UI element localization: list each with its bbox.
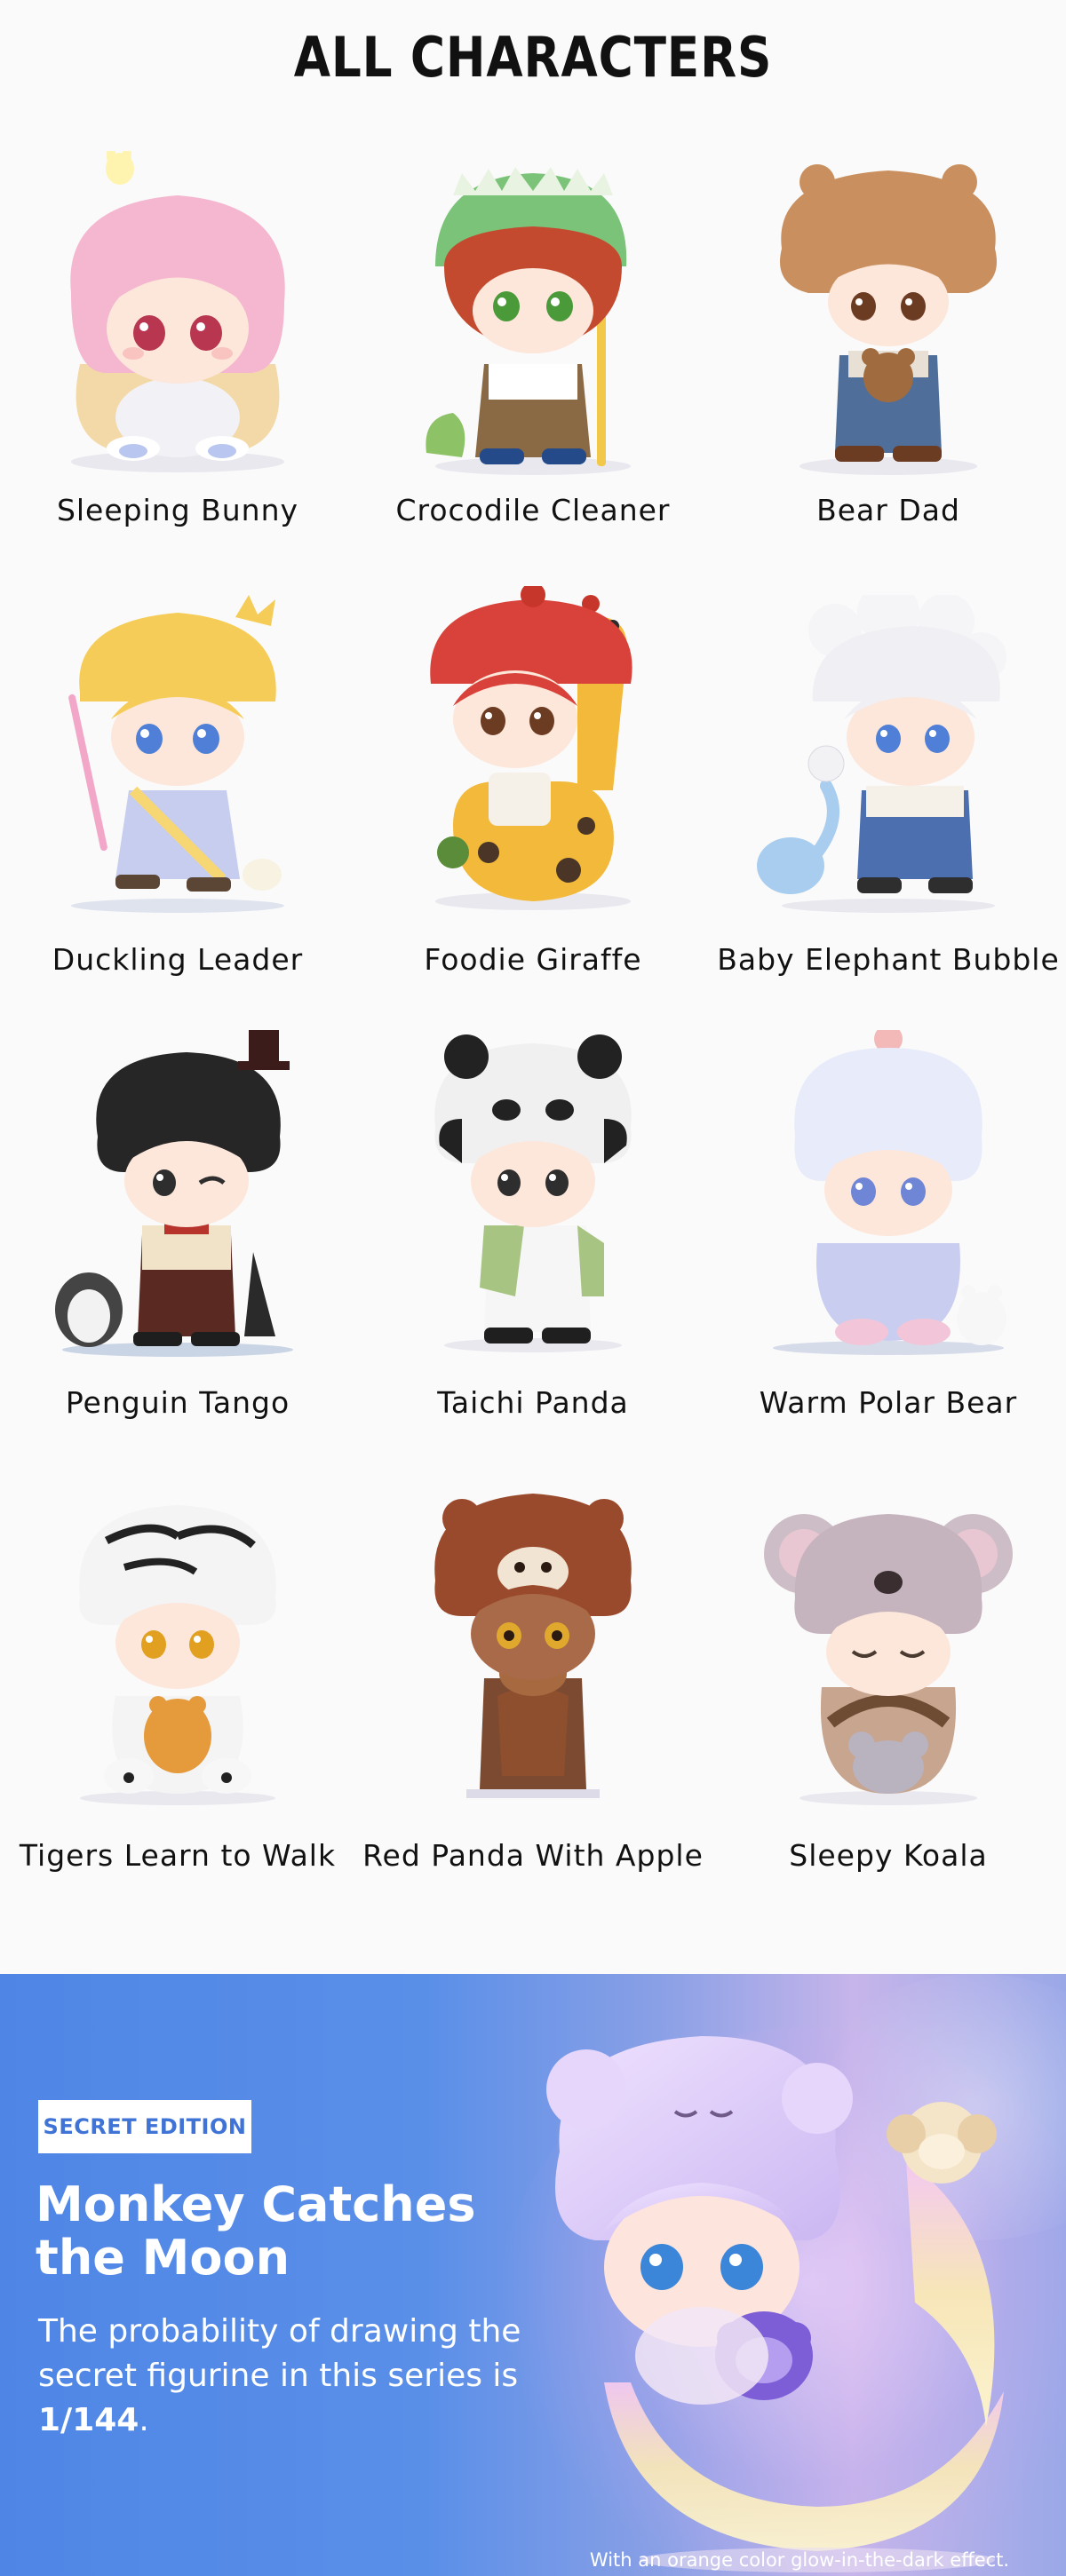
character-card[interactable]: Taichi Panda (355, 1012, 711, 1456)
probability-value: 1/144 (38, 2402, 139, 2438)
warm-polar-bear-figure (755, 1030, 1022, 1359)
probability-description: The probability of drawing the secret fi… (38, 2313, 521, 2394)
glow-effect-note: With an orange color glow-in-the-dark ef… (589, 2549, 1010, 2571)
red-panda-with-apple-figure (400, 1483, 666, 1811)
secret-edition-badge: SECRET EDITION (38, 2100, 251, 2153)
foodie-giraffe-figure (400, 586, 666, 915)
character-card[interactable]: Bear Dad (711, 0, 1066, 551)
character-name: Crocodile Cleaner (395, 493, 671, 527)
character-card[interactable]: Tigers Learn to Walk (0, 1465, 355, 1909)
character-card[interactable]: Foodie Giraffe (355, 568, 711, 995)
character-name: Foodie Giraffe (424, 942, 642, 977)
character-name: Taichi Panda (437, 1385, 629, 1420)
penguin-tango-figure (44, 1030, 311, 1359)
character-name: Red Panda With Apple (362, 1838, 704, 1873)
monkey-catches-the-moon-figure (524, 2009, 1057, 2576)
character-card[interactable]: Red Panda With Apple (355, 1465, 711, 1909)
character-name: Baby Elephant Bubble (717, 942, 1060, 977)
character-card[interactable]: Crocodile Cleaner (355, 0, 711, 551)
character-card[interactable]: Warm Polar Bear (711, 1012, 1066, 1456)
character-card[interactable]: Penguin Tango (0, 1012, 355, 1456)
bear-dad-figure (755, 160, 1022, 480)
duckling-leader-figure (44, 595, 311, 915)
character-name: Sleepy Koala (789, 1838, 988, 1873)
secret-figure-title: Monkey Catches the Moon (36, 2176, 476, 2286)
character-name: Penguin Tango (65, 1385, 290, 1420)
character-grid: Sleeping Bunny Crocodile Cleaner Bear Da… (0, 0, 1066, 1971)
taichi-panda-figure (400, 1030, 666, 1359)
character-name: Tigers Learn to Walk (19, 1838, 337, 1873)
character-card[interactable]: Sleeping Bunny (0, 0, 355, 551)
secret-probability-text: The probability of drawing the secret fi… (38, 2310, 536, 2443)
character-name: Warm Polar Bear (759, 1385, 1018, 1420)
character-name: Bear Dad (816, 493, 960, 527)
character-name: Duckling Leader (52, 942, 304, 977)
character-name: Sleeping Bunny (56, 493, 299, 527)
crocodile-cleaner-figure (400, 160, 666, 480)
tigers-learn-to-walk-figure (44, 1492, 311, 1811)
sleeping-bunny-figure (44, 151, 311, 480)
sleepy-koala-figure (755, 1501, 1022, 1811)
character-card[interactable]: Baby Elephant Bubble (711, 568, 1066, 995)
character-card[interactable]: Duckling Leader (0, 568, 355, 995)
probability-suffix: . (139, 2402, 149, 2438)
secret-edition-section: SECRET EDITION Monkey Catches the Moon T… (0, 1974, 1066, 2576)
character-card[interactable]: Sleepy Koala (711, 1465, 1066, 1909)
baby-elephant-bubble-figure (755, 595, 1022, 915)
